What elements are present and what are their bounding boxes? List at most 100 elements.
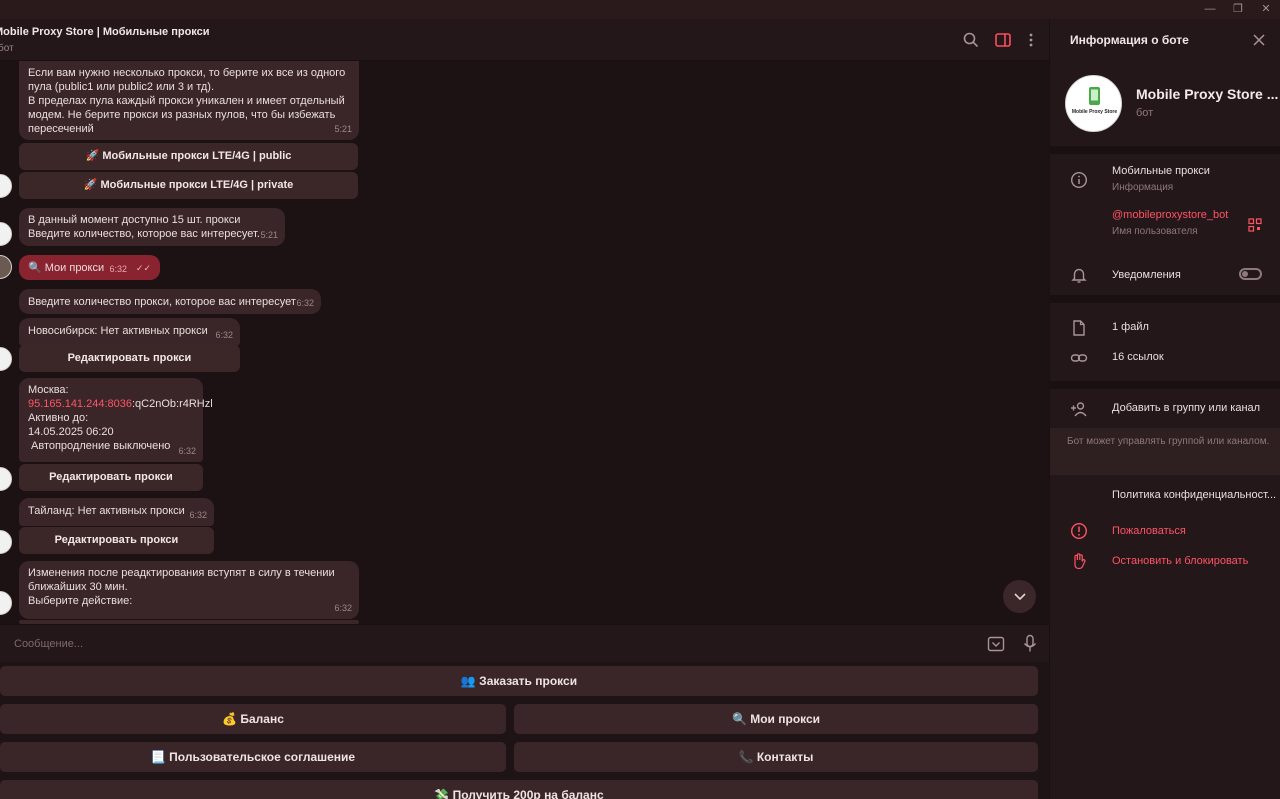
bot-profile-avatar[interactable]: Mobile Proxy Store: [1065, 75, 1122, 132]
message-text: 🔍 Мои прокси: [28, 262, 105, 274]
message-bubble: В данный момент доступно 15 шт. прокси В…: [19, 208, 285, 246]
qr-code-icon[interactable]: [1248, 218, 1262, 232]
message-bubble: Изменения после реадктирования вступят в…: [19, 561, 359, 619]
scroll-down-button[interactable]: [1003, 580, 1036, 613]
message-time: 6:32: [189, 510, 207, 520]
divider: [1050, 381, 1280, 389]
chevron-down-icon: [1013, 593, 1026, 601]
message-bubble: Введите количество прокси, которое вас и…: [19, 289, 321, 314]
message-text: Москва:: [28, 384, 69, 396]
add-to-group-hint: Бот может управлять группой или каналом.: [1050, 428, 1280, 475]
sidebar-toggle-icon[interactable]: [994, 31, 1012, 49]
bot-avatar: [0, 530, 12, 554]
add-to-group-item[interactable]: Добавить в группу или канал: [1112, 402, 1260, 414]
chat-header[interactable]: Mobile Proxy Store | Мобильные прокси бо…: [0, 19, 1049, 61]
balance-button[interactable]: 💰 Баланс: [0, 704, 506, 734]
link-icon: [1070, 354, 1088, 362]
message-text: Введите количество, которое вас интересу…: [28, 228, 260, 240]
links-item[interactable]: 16 ссылок: [1112, 351, 1164, 363]
user-agreement-button[interactable]: 📃 Пользовательское соглашение: [0, 742, 506, 772]
message-time: 6:32: [334, 603, 352, 613]
bot-avatar: [0, 591, 12, 615]
search-icon[interactable]: [962, 31, 980, 49]
chat-subtitle: бот: [0, 43, 14, 54]
close-window-icon[interactable]: ✕: [1256, 1, 1276, 18]
message-text: Выберите действие:: [28, 595, 133, 607]
message-time: 5:21: [260, 230, 278, 240]
bot-avatar: [0, 174, 12, 198]
message-time: 6:32: [109, 264, 127, 274]
logo-label: Mobile Proxy Store: [1071, 109, 1118, 115]
panel-title: Информация о боте: [1070, 33, 1189, 47]
window-titlebar: — ❐ ✕: [0, 0, 1280, 19]
bell-icon: [1071, 268, 1087, 283]
chat-title: Mobile Proxy Store | Мобильные прокси: [0, 26, 210, 38]
message-time: 5:21: [334, 124, 352, 134]
proxy-address-link[interactable]: 95.165.141.244:8036: [28, 398, 132, 410]
get-bonus-button[interactable]: 💸 Получить 200р на баланс: [0, 780, 1038, 799]
bot-keyboard-icon[interactable]: [987, 635, 1005, 653]
toggle-knob: [1242, 271, 1248, 277]
microphone-icon[interactable]: [1022, 634, 1038, 654]
bot-info-panel: Информация о боте Mobile Proxy Store Mob…: [1049, 19, 1280, 799]
outgoing-message-bubble: 🔍 Мои прокси 6:32 ✓✓: [19, 255, 160, 280]
stop-hand-icon: [1074, 553, 1086, 570]
restore-icon[interactable]: ❐: [1228, 1, 1248, 18]
about-value: Мобильные прокси: [1112, 165, 1210, 177]
notifications-toggle[interactable]: [1239, 268, 1262, 280]
bot-type: бот: [1136, 107, 1154, 119]
message-text: ближайших 30 мин.: [28, 581, 128, 593]
notifications-label: Уведомления: [1112, 269, 1181, 281]
order-proxy-button[interactable]: 👥 Заказать прокси: [0, 666, 1038, 696]
edit-proxy-button[interactable]: Редактировать прокси: [19, 345, 240, 372]
info-icon: [1070, 171, 1088, 189]
file-icon: [1073, 320, 1085, 336]
bot-name: Mobile Proxy Store ...: [1136, 86, 1279, 102]
contacts-button[interactable]: 📞 Контакты: [514, 742, 1038, 772]
bot-avatar: [0, 222, 12, 246]
edit-proxy-button[interactable]: Редактировать прокси: [19, 527, 214, 554]
report-icon: [1070, 522, 1088, 540]
message-text: В данный момент доступно 15 шт. прокси: [28, 214, 241, 226]
user-avatar: [0, 255, 12, 279]
message-text: Если вам нужно несколько прокси, то бери…: [28, 67, 346, 79]
message-text: Введите количество прокси, которое вас и…: [28, 296, 296, 308]
my-proxies-button[interactable]: 🔍 Мои прокси: [514, 704, 1038, 734]
about-label: Информация: [1112, 182, 1174, 193]
proxy-credentials-text: :qC2nOb:r4RHzl: [132, 398, 213, 410]
hint-text: Бот может управлять группой или каналом.: [1067, 436, 1270, 447]
files-item[interactable]: 1 файл: [1112, 321, 1149, 333]
divider: [1050, 146, 1280, 154]
bot-avatar: [0, 467, 12, 491]
message-text: 14.05.2025 06:20: [28, 426, 114, 438]
message-time: 6:32: [215, 330, 233, 340]
message-text: Новосибирск: Нет активных прокси: [28, 325, 208, 337]
message-input[interactable]: [14, 633, 914, 655]
phone-logo-icon: [1089, 87, 1100, 105]
privacy-policy-item[interactable]: Политика конфиденциальност...: [1112, 489, 1276, 501]
edit-proxy-button[interactable]: Редактировать прокси: [19, 464, 203, 491]
bot-avatar: [0, 347, 12, 371]
report-item[interactable]: Пожаловаться: [1112, 525, 1186, 537]
reply-keyboard: 👥 Заказать прокси 💰 Баланс 🔍 Мои прокси …: [0, 662, 1049, 799]
message-bubble: Москва: 95.165.141.244:8036:qC2nOb:r4RHz…: [19, 378, 213, 462]
message-time: 6:32: [296, 298, 314, 308]
divider: [1050, 295, 1280, 303]
minimize-icon[interactable]: —: [1200, 1, 1220, 18]
proxy-credentials: 95.165.141.244:8036:qC2nOb:r4RHzl: [28, 397, 213, 411]
read-receipt-icon: ✓✓: [135, 263, 151, 273]
message-text: пула (public1 или public2 или 3 и тд).: [28, 81, 215, 93]
message-text: модем. Не берите прокси из разных пулов,…: [28, 109, 336, 121]
add-user-icon: [1071, 402, 1087, 417]
message-text: Автопродление выключено: [31, 440, 171, 452]
close-icon[interactable]: [1251, 32, 1267, 48]
message-list[interactable]: Если вам нужно несколько прокси, то бери…: [0, 61, 1049, 624]
more-menu-icon[interactable]: [1022, 31, 1040, 49]
inline-button-public-proxies[interactable]: 🚀 Мобильные прокси LTE/4G | public: [19, 143, 358, 170]
username-value[interactable]: @mobileproxystore_bot: [1112, 209, 1228, 221]
inline-button-private-proxies[interactable]: 🚀 Мобильные прокси LTE/4G | private: [19, 172, 358, 199]
message-text: Изменения после реадктирования вступят в…: [28, 567, 335, 579]
message-bubble: Новосибирск: Нет активных прокси 6:32: [19, 318, 240, 346]
block-item[interactable]: Остановить и блокировать: [1112, 555, 1248, 567]
message-text: В пределах пула каждый прокси уникален и…: [28, 95, 345, 107]
